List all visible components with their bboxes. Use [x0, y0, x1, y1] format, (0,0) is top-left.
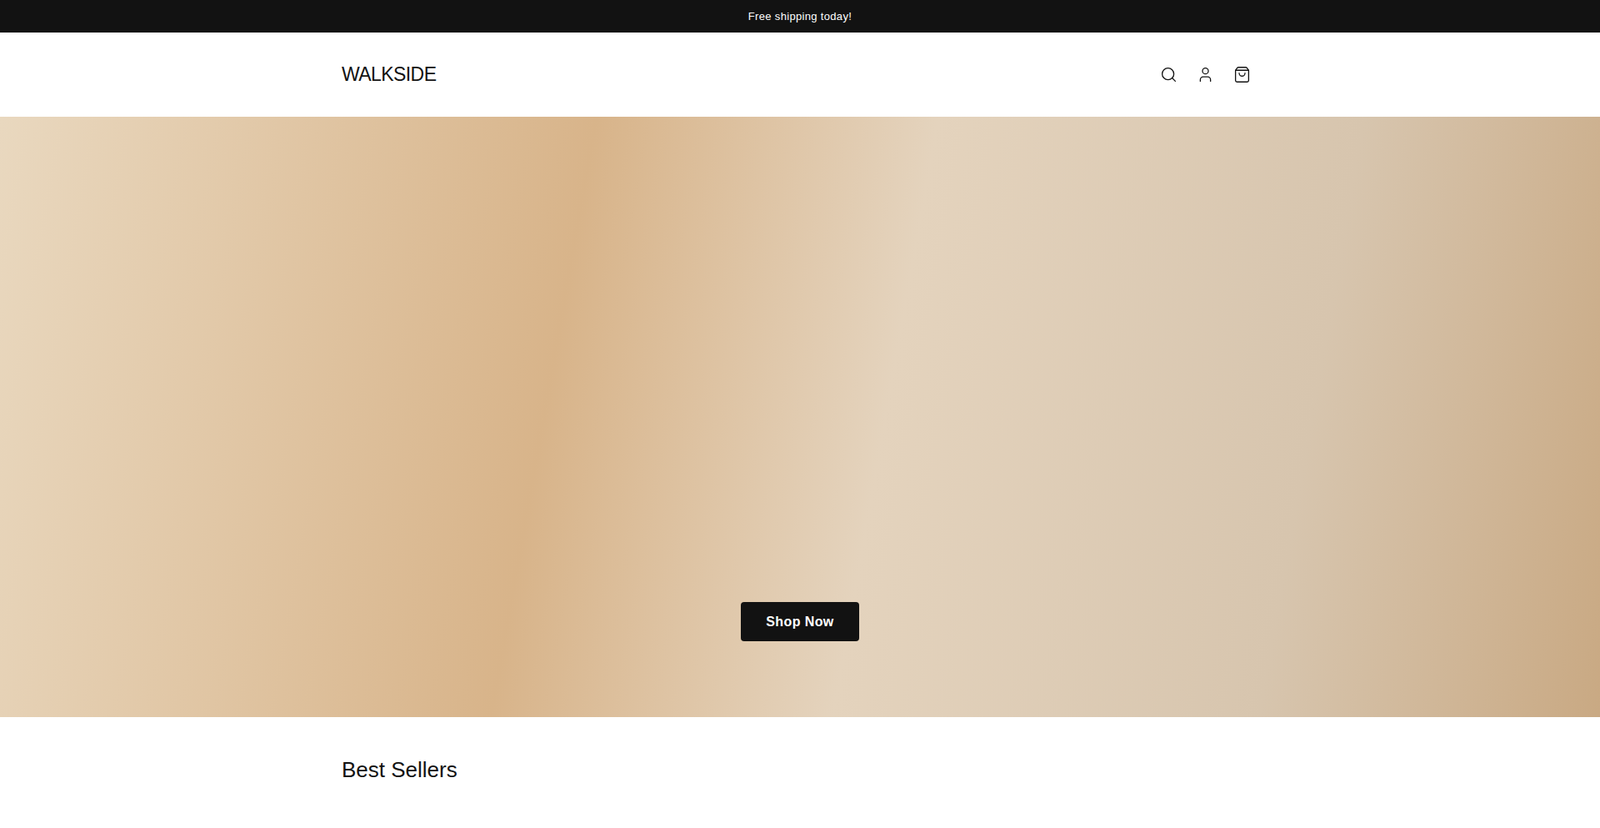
- best-sellers-section: Best Sellers: [341, 716, 1259, 786]
- section-title: Best Sellers: [341, 753, 1259, 786]
- header: WALKSIDE: [0, 32, 1600, 117]
- announcement-bar: Free shipping today!: [0, 0, 1600, 33]
- announcement-text: Free shipping today!: [748, 8, 852, 25]
- account-button[interactable]: [1195, 65, 1215, 85]
- logo[interactable]: WALKSIDE: [341, 60, 436, 90]
- header-icons: [1158, 65, 1259, 85]
- search-button[interactable]: [1158, 65, 1179, 85]
- account-icon: [1196, 65, 1215, 84]
- hero-banner: Shop Now: [0, 116, 1600, 717]
- cart-icon: [1233, 65, 1251, 84]
- search-icon: [1160, 65, 1178, 84]
- cart-button[interactable]: [1231, 65, 1252, 85]
- page: Free shipping today! WALKSIDE Shop Now Best…: [0, 0, 1600, 828]
- shop-now-button[interactable]: Shop Now: [740, 601, 859, 641]
